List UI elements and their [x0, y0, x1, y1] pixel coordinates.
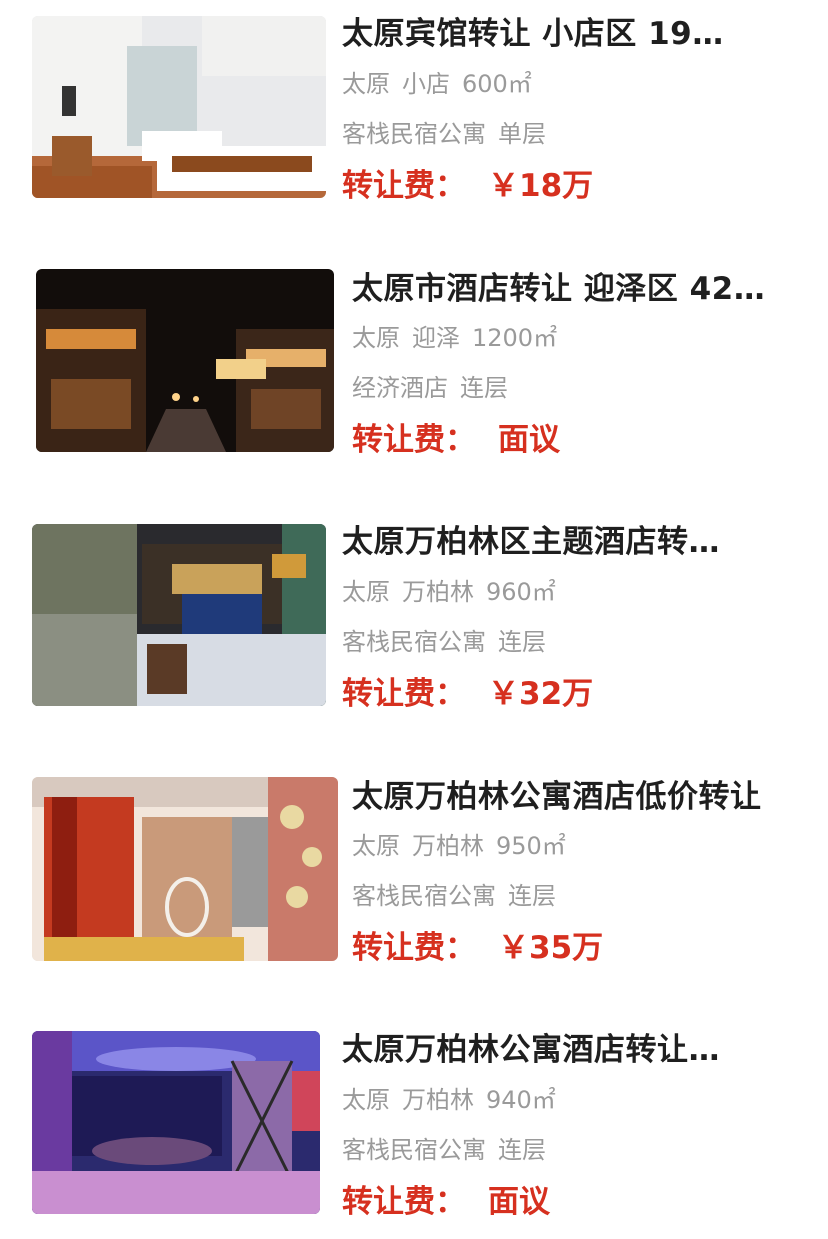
listing-item[interactable]: 太原市酒店转让 迎泽区 42… 太原 迎泽 1200㎡ 经济酒店 连层 转让费： 面议	[0, 254, 828, 474]
listing-city: 太原	[342, 578, 390, 606]
listing-thumbnail[interactable]	[32, 524, 326, 706]
listing-thumbnail[interactable]	[36, 269, 334, 452]
listing-title[interactable]: 太原万柏林公寓酒店低价转让	[352, 777, 812, 817]
listing-price: 转让费： 面议	[342, 1182, 550, 1222]
listing-district: 小店	[402, 70, 450, 98]
listing-district: 万柏林	[402, 1086, 474, 1114]
listing-price: 转让费： 面议	[352, 420, 560, 460]
purple-room-image	[32, 1031, 320, 1214]
listing-title[interactable]: 太原万柏林区主题酒店转…	[342, 522, 812, 562]
night-street-image	[36, 269, 334, 452]
listing-item[interactable]: 太原宾馆转让 小店区 19… 太原 小店 600㎡ 客栈民宿公寓 单层 转让费： ￥18…	[0, 0, 828, 220]
hotel-room-image	[32, 16, 326, 198]
listing-floors: 连层	[460, 374, 508, 402]
listing-city: 太原	[342, 70, 390, 98]
listing-item[interactable]: 太原万柏林公寓酒店低价转让 太原 万柏林 950㎡ 客栈民宿公寓 连层 转让费： ￥35…	[0, 762, 828, 982]
listing-category: 客栈民宿公寓	[352, 882, 496, 910]
price-label: 转让费：	[352, 422, 476, 458]
listing-area: 950㎡	[496, 832, 566, 860]
listing-location: 太原 迎泽 1200㎡	[352, 322, 557, 354]
listing-type: 经济酒店 连层	[352, 372, 508, 404]
listing-location: 太原 万柏林 960㎡	[342, 576, 556, 608]
listing-thumbnail[interactable]	[32, 16, 326, 198]
price-label: 转让费：	[342, 676, 466, 712]
listing-list: 太原宾馆转让 小店区 19… 太原 小店 600㎡ 客栈民宿公寓 单层 转让费： ￥18…	[0, 0, 828, 1239]
price-label: 转让费：	[342, 168, 466, 204]
listing-floors: 连层	[508, 882, 556, 910]
listing-title[interactable]: 太原市酒店转让 迎泽区 42…	[352, 269, 812, 309]
listing-area: 1200㎡	[472, 324, 558, 352]
listing-type: 客栈民宿公寓 连层	[342, 626, 546, 658]
listing-district: 迎泽	[412, 324, 460, 352]
listing-category: 客栈民宿公寓	[342, 1136, 486, 1164]
listing-location: 太原 万柏林 940㎡	[342, 1084, 556, 1116]
price-value: ￥32万	[488, 676, 594, 712]
listing-city: 太原	[352, 324, 400, 352]
price-value: ￥18万	[488, 168, 594, 204]
listing-title[interactable]: 太原宾馆转让 小店区 19…	[342, 14, 812, 54]
listing-type: 客栈民宿公寓 连层	[342, 1134, 546, 1166]
listing-category: 客栈民宿公寓	[342, 628, 486, 656]
listing-district: 万柏林	[402, 578, 474, 606]
listing-price: 转让费： ￥35万	[352, 928, 603, 968]
listing-title[interactable]: 太原万柏林公寓酒店转让…	[342, 1030, 812, 1070]
listing-floors: 单层	[498, 120, 546, 148]
listing-price: 转让费： ￥32万	[342, 674, 593, 714]
listing-area: 960㎡	[486, 578, 556, 606]
listing-area: 940㎡	[486, 1086, 556, 1114]
price-label: 转让费：	[342, 1184, 466, 1220]
price-label: 转让费：	[352, 930, 476, 966]
listing-floors: 连层	[498, 1136, 546, 1164]
listing-thumbnail[interactable]	[32, 1031, 320, 1214]
listing-type: 客栈民宿公寓 单层	[342, 118, 546, 150]
listing-thumbnail[interactable]	[32, 777, 338, 961]
listing-city: 太原	[342, 1086, 390, 1114]
listing-location: 太原 小店 600㎡	[342, 68, 532, 100]
listing-item[interactable]: 太原万柏林公寓酒店转让… 太原 万柏林 940㎡ 客栈民宿公寓 连层 转让费： 面议	[0, 1016, 828, 1236]
listing-city: 太原	[352, 832, 400, 860]
listing-item[interactable]: 太原万柏林区主题酒店转… 太原 万柏林 960㎡ 客栈民宿公寓 连层 转让费： ￥32万	[0, 508, 828, 728]
listing-category: 客栈民宿公寓	[342, 120, 486, 148]
red-curtain-room-image	[32, 777, 338, 961]
listing-location: 太原 万柏林 950㎡	[352, 830, 566, 862]
listing-area: 600㎡	[462, 70, 532, 98]
listing-floors: 连层	[498, 628, 546, 656]
hotel-lobby-image	[32, 524, 326, 706]
listing-price: 转让费： ￥18万	[342, 166, 593, 206]
listing-category: 经济酒店	[352, 374, 448, 402]
price-value: 面议	[498, 422, 560, 458]
listing-type: 客栈民宿公寓 连层	[352, 880, 556, 912]
listing-district: 万柏林	[412, 832, 484, 860]
price-value: ￥35万	[498, 930, 604, 966]
price-value: 面议	[488, 1184, 550, 1220]
